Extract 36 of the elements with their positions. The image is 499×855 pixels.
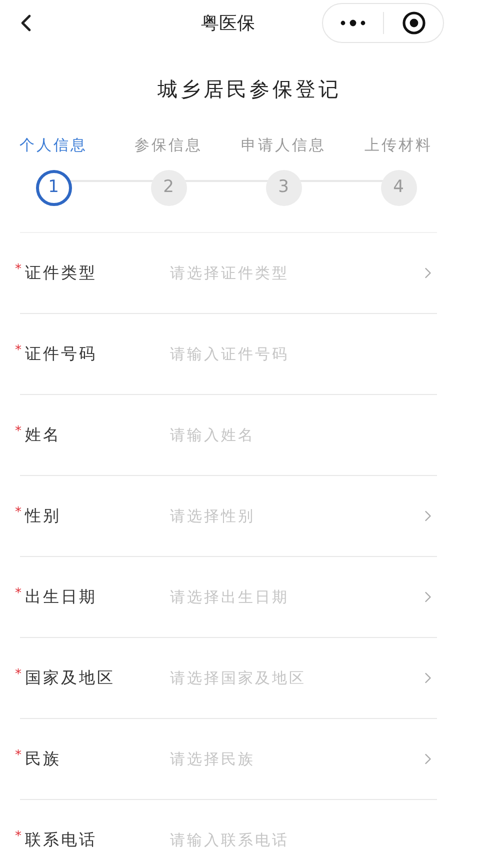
required-mark: * <box>15 747 22 766</box>
target-icon <box>402 11 426 35</box>
field-label: 出生日期 <box>25 586 98 608</box>
input-field[interactable]: 请输入联系电话 <box>170 828 437 852</box>
required-mark: * <box>15 423 22 442</box>
step-number: 1 <box>36 170 72 206</box>
field-label: 民族 <box>25 748 62 770</box>
step-number: 3 <box>266 170 302 206</box>
input-field[interactable]: 请输入证件号码 <box>170 342 437 366</box>
required-mark: * <box>15 504 22 522</box>
step-label[interactable]: 申请人信息 <box>241 134 326 156</box>
field-label: 姓名 <box>25 424 62 446</box>
step-number: 4 <box>380 170 416 206</box>
step-label[interactable]: 个人信息 <box>20 134 88 156</box>
page-title: 城乡居民参保登记 <box>158 76 342 103</box>
select-field[interactable]: 请选择证件类型 <box>170 262 437 284</box>
field-label: 国家及地区 <box>25 667 116 689</box>
select-field[interactable]: 请选择性别 <box>170 504 437 528</box>
step-label[interactable]: 上传材料 <box>364 134 432 156</box>
field-label: 性别 <box>25 505 62 527</box>
nav-title: 粤医保 <box>200 12 256 36</box>
select-field[interactable]: 请选择民族 <box>170 748 437 770</box>
required-mark: * <box>15 828 22 846</box>
input-field[interactable]: 请输入姓名 <box>170 424 437 446</box>
step-label[interactable]: 参保信息 <box>134 134 202 156</box>
required-mark: * <box>15 666 22 684</box>
more-icon <box>340 19 366 27</box>
required-mark: * <box>15 342 22 360</box>
select-field[interactable]: 请选择出生日期 <box>170 586 437 608</box>
field-label: 联系电话 <box>25 829 98 851</box>
select-field[interactable]: 请选择国家及地区 <box>170 666 437 690</box>
required-mark: * <box>15 261 22 280</box>
step-number: 2 <box>150 170 186 206</box>
required-mark: * <box>15 585 22 604</box>
field-label: 证件类型 <box>25 262 98 284</box>
field-label: 证件号码 <box>25 343 98 365</box>
